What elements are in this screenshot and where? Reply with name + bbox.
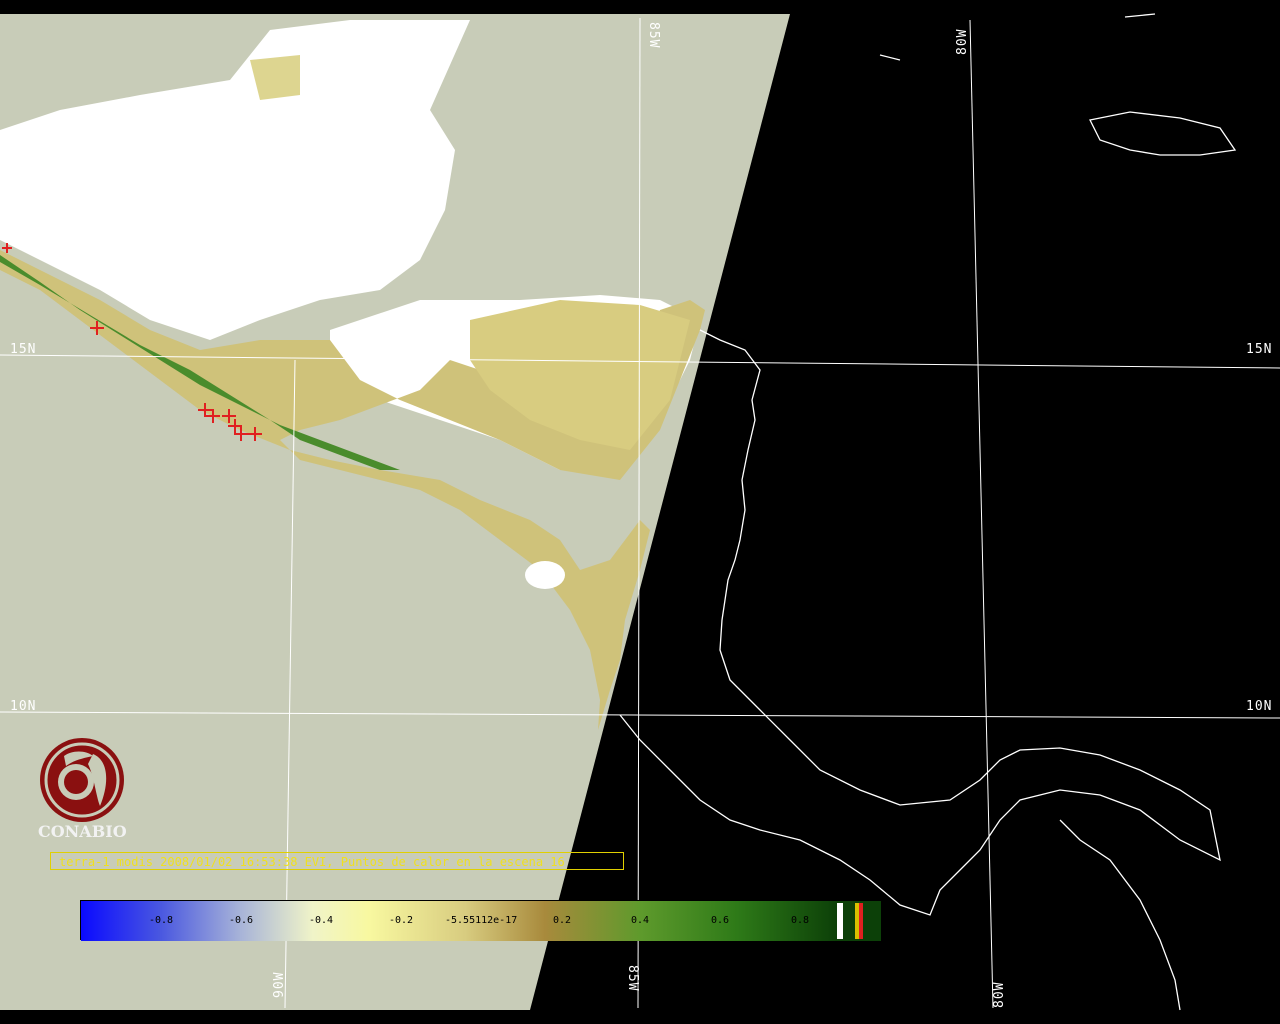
lon-label-85w-top: 85W — [646, 22, 661, 49]
evi-colorbar: -0.8 -0.6 -0.4 -0.2 -5.55112e-17 0.2 0.4… — [80, 900, 881, 941]
conabio-macaw-logo-icon — [40, 738, 124, 822]
lat-label-15n-right: 15N — [1246, 342, 1273, 357]
colorbar-tick-label: 0.4 — [631, 915, 650, 926]
evi-map-canvas — [0, 0, 1280, 1024]
colorbar-tick-label: 0.6 — [711, 915, 730, 926]
satellite-map-view: 15N 15N 10N 10N 85W 80W 90W 85W 80W CONA… — [0, 0, 1280, 1024]
lake-nicaragua — [525, 561, 565, 589]
colorbar-tick-label: -0.8 — [149, 915, 174, 926]
colorbar-tick-label: -0.6 — [229, 915, 254, 926]
lon-label-90w-bottom: 90W — [272, 971, 287, 998]
scene-caption: terra-1 modis 2008/01/02 16:53:38 EVI, P… — [50, 852, 624, 870]
lat-label-15n-left: 15N — [10, 342, 37, 357]
colorbar-tick-label: 0.8 — [791, 915, 810, 926]
colorbar-tick-label: -5.55112e-17 — [445, 915, 518, 926]
conabio-wordmark: CONABIO — [38, 822, 127, 841]
lon-label-85w-bottom: 85W — [625, 965, 640, 992]
colorbar-tick-label: 0.2 — [553, 915, 572, 926]
lat-label-10n-right: 10N — [1246, 699, 1273, 714]
lon-label-80w-top: 80W — [955, 28, 970, 55]
colorbar-tick-label: -0.4 — [309, 915, 334, 926]
colorbar-tick-label: -0.2 — [389, 915, 414, 926]
lat-label-10n-left: 10N — [10, 699, 37, 714]
lon-label-80w-bottom: 80W — [992, 981, 1007, 1008]
